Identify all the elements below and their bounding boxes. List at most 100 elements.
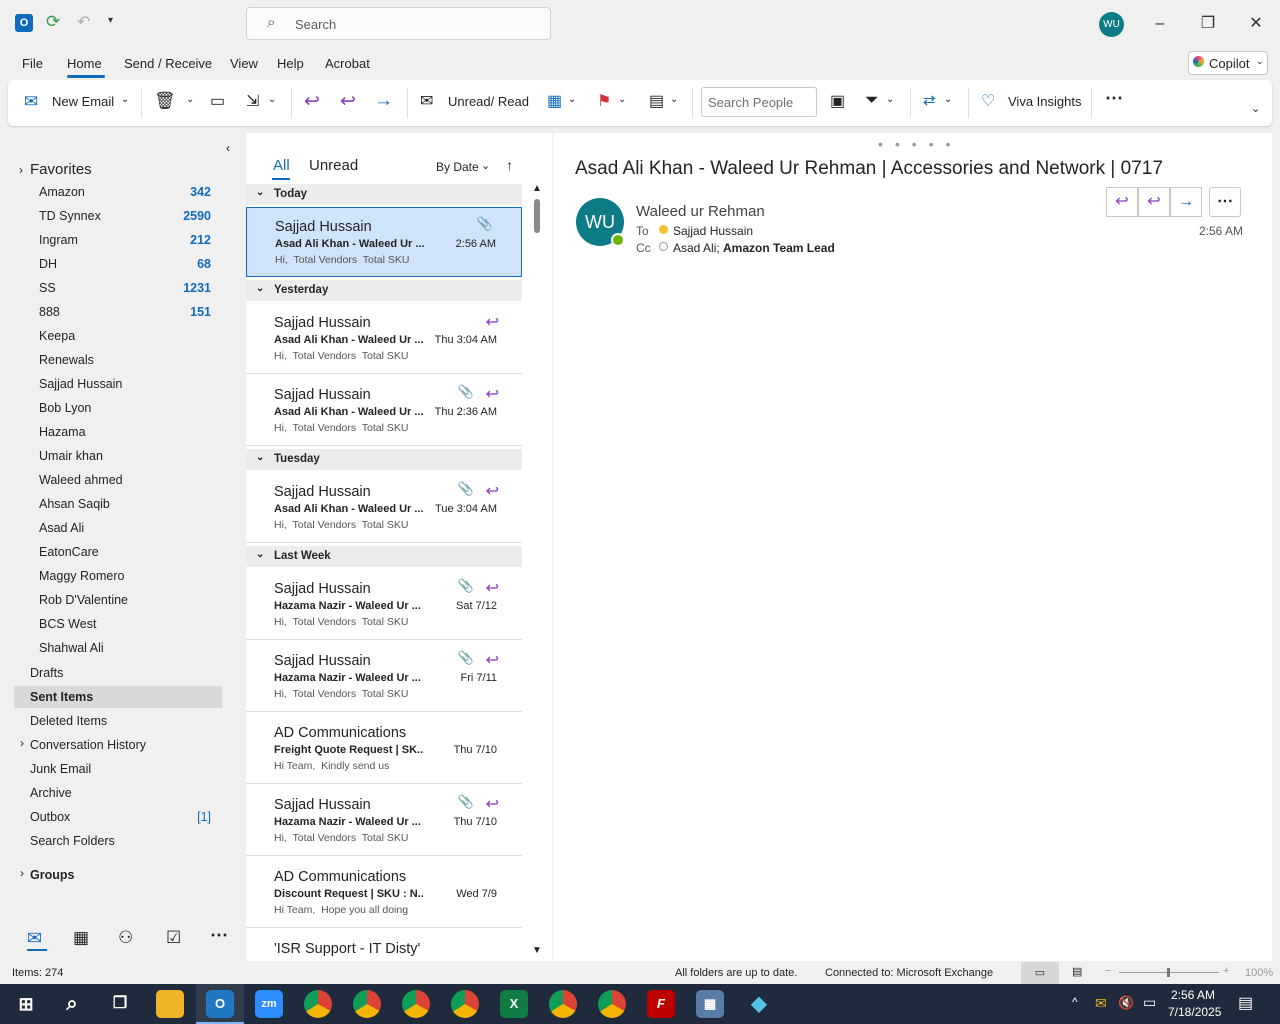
address-book-icon[interactable]: ▣ [830, 91, 845, 111]
chrome-profile-6-icon[interactable] [598, 990, 626, 1018]
delete-icon[interactable]: 🗑 [154, 91, 176, 111]
quick-access-dropdown-icon[interactable]: ▾ [108, 15, 113, 26]
folder-conversation-history[interactable]: Conversation History [30, 738, 146, 752]
account-avatar[interactable]: WU [1099, 12, 1124, 37]
undo-icon[interactable]: ↶ [77, 12, 90, 32]
delete-dropdown-icon[interactable]: ⌄ [186, 94, 194, 105]
reply-all-icon[interactable]: ↩ [340, 90, 356, 113]
message-list-item[interactable]: AD Communications Freight Quote Request |… [246, 714, 522, 784]
expand-chevron-icon[interactable]: › [20, 736, 24, 750]
favorites-label[interactable]: Favorites [30, 161, 92, 178]
date-group-header[interactable]: ⌄ Last Week [246, 546, 522, 567]
chrome-profile-5-icon[interactable] [549, 990, 577, 1018]
date-group-header[interactable]: ⌄ Tuesday [246, 449, 522, 470]
message-list-item[interactable]: AD Communications Discount Request | SKU … [246, 858, 522, 928]
categorize-dropdown-icon[interactable]: ⌄ [568, 94, 576, 105]
app-diamond-icon[interactable]: ◆ [745, 990, 773, 1018]
folder-item[interactable]: DH [39, 257, 57, 271]
folder-outbox[interactable]: Outbox [30, 810, 70, 824]
message-list-item[interactable]: Sajjad Hussain Asad Ali Khan - Waleed Ur … [246, 304, 522, 374]
nav-mail-icon[interactable]: ✉ [27, 928, 42, 949]
zoom-level[interactable]: 100% [1245, 967, 1273, 979]
date-group-header[interactable]: ⌄ Today [246, 184, 522, 205]
zoom-in-icon[interactable]: + [1223, 965, 1229, 977]
more-actions-button[interactable]: ⋯ [1209, 187, 1241, 217]
translate-icon[interactable]: ⇄ [923, 91, 936, 109]
folder-item[interactable]: Sajjad Hussain [39, 377, 122, 391]
tab-all[interactable]: All [273, 157, 290, 174]
collapse-chevron-icon[interactable]: ⌄ [256, 452, 264, 463]
folder-item[interactable]: TD Synnex [39, 209, 101, 223]
mail-tray-icon[interactable]: ✉ [1095, 995, 1107, 1012]
volume-muted-icon[interactable]: 🔇 [1118, 995, 1134, 1011]
cc-recipient[interactable]: Asad Ali; [673, 241, 720, 255]
move-icon[interactable]: ⇲ [246, 91, 259, 111]
notifications-icon[interactable]: ▤ [1238, 993, 1253, 1013]
folder-search-folders[interactable]: Search Folders [30, 834, 115, 848]
unread-read-button[interactable]: Unread/ Read [448, 94, 529, 109]
forward-icon[interactable]: → [374, 90, 393, 112]
folder-item[interactable]: Asad Ali [39, 521, 84, 535]
scroll-thumb[interactable] [534, 199, 540, 233]
reply-all-button[interactable]: ↩ [1138, 187, 1170, 217]
scroll-up-icon[interactable]: ▲ [532, 183, 542, 194]
calculator-icon[interactable]: ▦ [696, 990, 724, 1018]
clock-time[interactable]: 2:56 AM [1171, 988, 1215, 1002]
message-list-item[interactable]: Sajjad Hussain Hazama Nazir - Waleed Ur .… [246, 786, 522, 856]
flag-dropdown-icon[interactable]: ⌄ [618, 94, 626, 105]
menu-home[interactable]: Home [67, 56, 102, 71]
sync-icon[interactable]: ⟳ [46, 12, 60, 32]
message-list-item[interactable]: Sajjad Hussain Asad Ali Khan - Waleed Ur … [246, 207, 522, 277]
flag-icon[interactable]: ⚑ [597, 91, 611, 111]
chrome-profile-3-icon[interactable] [402, 990, 430, 1018]
menu-view[interactable]: View [230, 56, 258, 71]
task-view-icon[interactable]: ❐ [106, 990, 134, 1018]
sort-chevron-icon[interactable]: ⌄ [481, 159, 490, 172]
cc-recipient-bold[interactable]: Amazon Team Lead [723, 241, 835, 255]
filter-dropdown-icon[interactable]: ⌄ [886, 94, 894, 105]
folder-item[interactable]: EatonCare [39, 545, 99, 559]
windows-start-icon[interactable]: ⊞ [12, 990, 40, 1018]
reading-view-icon[interactable]: ▤ [1072, 965, 1082, 978]
folder-item[interactable]: Shahwal Ali [39, 641, 104, 655]
collapse-chevron-icon[interactable]: ⌄ [256, 187, 264, 198]
nav-tasks-icon[interactable]: ☑ [166, 928, 181, 948]
folder-item[interactable]: BCS West [39, 617, 96, 631]
date-group-header[interactable]: ⌄ Yesterday [246, 280, 522, 301]
normal-view-icon[interactable]: ▭ [1021, 962, 1059, 984]
nav-calendar-icon[interactable]: ▦ [73, 928, 89, 948]
excel-icon[interactable]: X [500, 990, 528, 1018]
groups-chevron-icon[interactable]: › [20, 866, 24, 880]
new-email-button[interactable]: New Email [52, 94, 114, 109]
viva-insights-button[interactable]: Viva Insights [1008, 94, 1081, 109]
reply-icon[interactable]: ↩ [304, 90, 320, 113]
file-explorer-icon[interactable] [156, 990, 184, 1018]
collapse-pane-icon[interactable]: ‹ [226, 141, 230, 155]
maximize-icon[interactable]: ❐ [1193, 10, 1223, 38]
chrome-profile-4-icon[interactable] [451, 990, 479, 1018]
zoom-app-icon[interactable]: zm [255, 990, 283, 1018]
filter-icon[interactable]: ⏷ [865, 90, 879, 110]
minimize-icon[interactable]: – [1145, 10, 1175, 38]
rules-icon[interactable]: ▤ [649, 91, 664, 111]
collapse-chevron-icon[interactable]: ⌄ [256, 283, 264, 294]
rules-dropdown-icon[interactable]: ⌄ [670, 94, 678, 105]
tab-unread[interactable]: Unread [309, 157, 358, 174]
show-hidden-icons-icon[interactable]: ^ [1072, 995, 1078, 1009]
chrome-icon[interactable] [304, 990, 332, 1018]
message-list-item[interactable]: Sajjad Hussain Hazama Nazir - Waleed Ur .… [246, 570, 522, 640]
scroll-down-icon[interactable]: ▼ [532, 945, 542, 956]
move-dropdown-icon[interactable]: ⌄ [268, 94, 276, 105]
more-options-icon[interactable]: ⋯ [1105, 88, 1123, 109]
folder-item[interactable]: Ingram [39, 233, 78, 247]
menu-help[interactable]: Help [277, 56, 304, 71]
pane-drag-handle[interactable]: ••••• [878, 136, 963, 152]
chrome-profile-2-icon[interactable] [353, 990, 381, 1018]
collapse-chevron-icon[interactable]: ⌄ [256, 549, 264, 560]
folder-item[interactable]: Amazon [39, 185, 85, 199]
nav-more-icon[interactable]: ⋯ [210, 925, 228, 946]
menu-file[interactable]: File [22, 56, 43, 71]
sort-by-date-button[interactable]: By Date [436, 160, 479, 174]
copilot-button[interactable]: Copilot ⌄ [1188, 51, 1268, 75]
new-email-dropdown-icon[interactable]: ⌄ [121, 94, 129, 105]
